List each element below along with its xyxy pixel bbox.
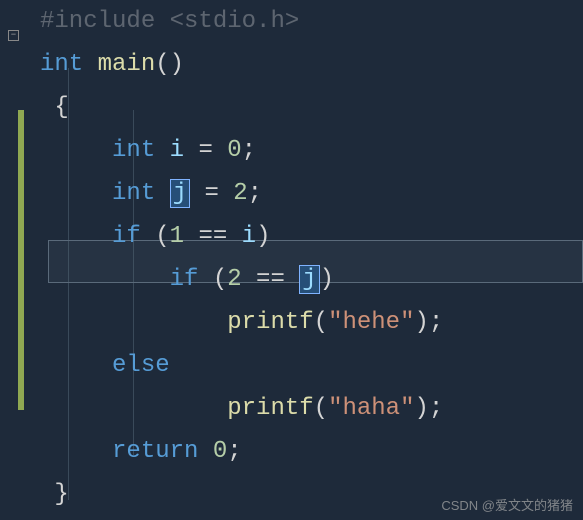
number-literal: 0 [198,438,227,465]
number-literal: 0 [227,137,241,164]
code-line[interactable]: if (1 == i) [40,215,583,258]
include-directive: #include <stdio.h> [40,8,299,35]
keyword-else: else [112,352,170,379]
code-line[interactable]: int main() [40,43,583,86]
code-editor[interactable]: − #include <stdio.h> int main() { int i … [0,0,583,516]
code-line[interactable]: printf("hehe"); [40,301,583,344]
number-literal: 1 [170,223,184,250]
keyword-int: int [40,51,83,78]
function-name: main [98,51,156,78]
operator: = [190,180,233,207]
semicolon: ; [242,137,256,164]
semicolon: ; [248,180,262,207]
variable: i [242,223,256,250]
semicolon: ; [227,438,241,465]
code-line[interactable]: int i = 0; [40,129,583,172]
operator: = [184,137,227,164]
paren-open: ( [198,266,227,293]
paren-close: ) [414,395,428,422]
code-line[interactable]: if (2 == j) [40,258,583,301]
paren-close: ) [320,266,334,293]
gutter: − [0,0,18,516]
function-call: printf [227,395,313,422]
number-literal: 2 [233,180,247,207]
semicolon: ; [429,395,443,422]
paren-close: ) [256,223,270,250]
open-brace: { [54,94,68,121]
parentheses: () [155,51,184,78]
variable-highlighted: j [299,265,319,294]
code-area[interactable]: #include <stdio.h> int main() { int i = … [18,0,583,516]
code-line[interactable]: #include <stdio.h> [40,0,583,43]
keyword-if: if [112,223,141,250]
function-call: printf [227,309,313,336]
paren-open: ( [141,223,170,250]
string-literal: "hehe" [328,309,414,336]
code-line[interactable]: int j = 2; [40,172,583,215]
paren-close: ) [414,309,428,336]
operator: == [242,266,300,293]
code-line[interactable]: else [40,344,583,387]
number-literal: 2 [227,266,241,293]
watermark: CSDN @爱文文的猪猪 [441,495,573,514]
paren-open: ( [314,395,328,422]
code-line[interactable]: return 0; [40,430,583,473]
code-line[interactable]: { [40,86,583,129]
close-brace: } [54,481,68,508]
semicolon: ; [429,309,443,336]
paren-open: ( [314,309,328,336]
string-literal: "haha" [328,395,414,422]
operator: == [184,223,242,250]
variable: i [170,137,184,164]
keyword-if: if [170,266,199,293]
variable-highlighted: j [170,179,190,208]
keyword-return: return [112,438,198,465]
keyword-int: int [112,137,155,164]
keyword-int: int [112,180,155,207]
code-line[interactable]: printf("haha"); [40,387,583,430]
